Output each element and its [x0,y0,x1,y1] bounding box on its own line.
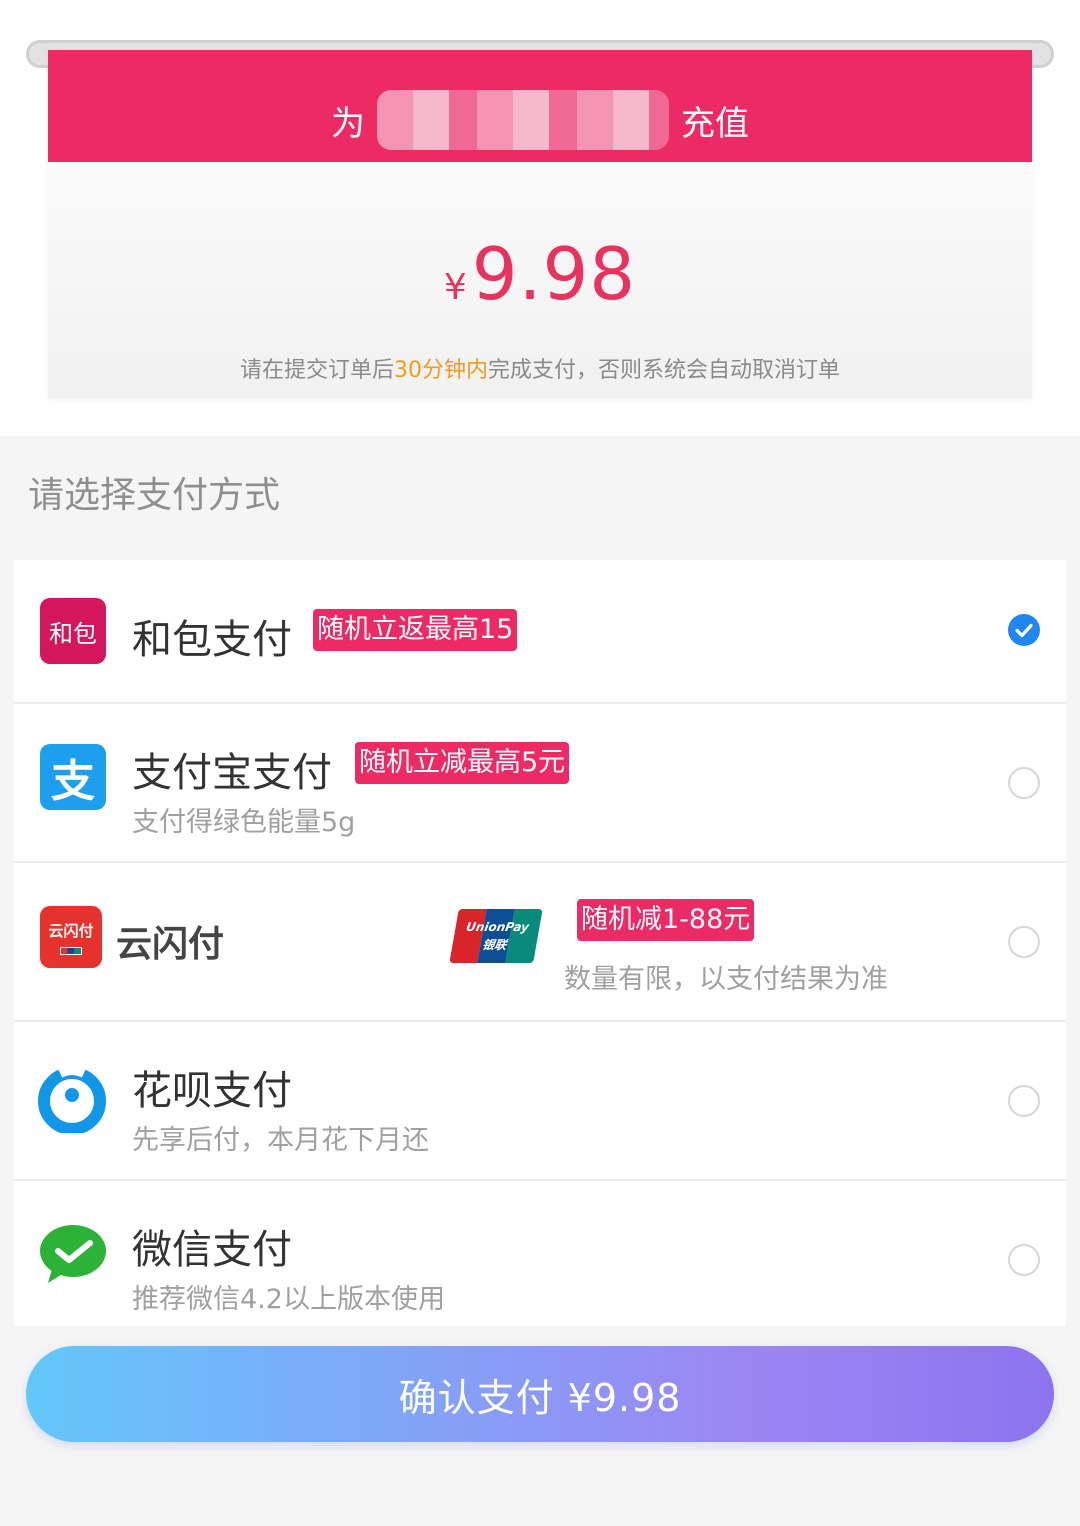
payment-deadline-notice: 请在提交订单后30分钟内完成支付，否则系统会自动取消订单 [48,352,1032,384]
payment-option-subtitle: 数量有限，以支付结果为准 [564,964,888,995]
currency-symbol: ¥ [443,267,468,308]
payment-option-name: 微信支付 [132,1227,292,1273]
promo-badge: 随机立返最高15 [313,609,518,651]
payment-option-subtitle: 推荐微信4.2以上版本使用 [132,1284,445,1315]
quickpass-logo-text: 云闪付 [48,921,94,940]
payment-option-unionpay[interactable]: 云闪付 云闪付 UnionPay 银联 随机减1-88元 数量有限，以支付结果为… [14,863,1066,1022]
huabei-logo-icon [38,1065,106,1133]
unionpay-logo-text: UnionPay 银联 [464,920,531,952]
radio-unchecked-icon[interactable] [1008,767,1040,799]
order-summary-area: 为 充值 ¥9.98 请在提交订单后30分钟内完成支付，否则系统会自动取消订单 [0,0,1080,436]
radio-checked-icon[interactable] [1008,614,1040,646]
payment-method-title: 请选择支付方式 [28,475,281,516]
payment-option-name: 支付宝支付 [132,750,332,796]
quickpass-logo-icon: 云闪付 [40,906,102,968]
recharge-suffix: 充值 [681,103,749,144]
recharge-prefix: 为 [331,103,365,144]
radio-unchecked-icon[interactable] [1008,926,1040,958]
order-ticket: 为 充值 ¥9.98 请在提交订单后30分钟内完成支付，否则系统会自动取消订单 [48,50,1032,398]
payment-option-huabei[interactable]: 花呗支付 先享后付，本月花下月还 [14,1022,1066,1181]
payment-method-list: 和包 和包支付 随机立返最高15 支 支付宝支付 随机立减最高5元 支付得绿色能… [14,560,1066,1326]
hebao-logo-icon: 和包 [40,598,106,664]
order-amount: ¥9.98 [48,232,1032,316]
alipay-logo-icon: 支 [40,744,106,810]
alipay-logo-text: 支 [51,756,95,807]
radio-unchecked-icon[interactable] [1008,1244,1040,1276]
hebao-logo-text: 和包 [49,619,97,648]
amount-value: 9.98 [471,232,637,316]
payment-option-subtitle: 支付得绿色能量5g [132,807,356,838]
payment-option-name: 花呗支付 [132,1068,292,1114]
notice-text-before: 请在提交订单后 [239,358,394,383]
payment-option-name: 和包支付 [132,617,292,663]
promo-badge: 随机减1-88元 [577,899,755,941]
payment-option-hebao[interactable]: 和包 和包支付 随机立返最高15 [14,560,1066,704]
wechat-pay-logo-icon [38,1223,108,1285]
unionpay-logo-icon: UnionPay 银联 [449,909,543,963]
notice-highlight: 30分钟内 [394,358,488,383]
payment-option-name: 云闪付 [116,924,225,965]
radio-unchecked-icon[interactable] [1008,1085,1040,1117]
blurred-account-name [377,90,669,150]
promo-badge: 随机立减最高5元 [355,742,570,784]
notice-text-after: 完成支付，否则系统会自动取消订单 [488,358,841,383]
confirm-pay-button[interactable]: 确认支付 ¥9.98 [26,1346,1054,1442]
payment-option-subtitle: 先享后付，本月花下月还 [132,1125,429,1156]
recharge-banner: 为 充值 [48,50,1032,162]
quickpass-logo-stripe [60,946,82,955]
payment-option-alipay[interactable]: 支 支付宝支付 随机立减最高5元 支付得绿色能量5g [14,704,1066,863]
payment-option-wechat[interactable]: 微信支付 推荐微信4.2以上版本使用 [14,1181,1066,1326]
